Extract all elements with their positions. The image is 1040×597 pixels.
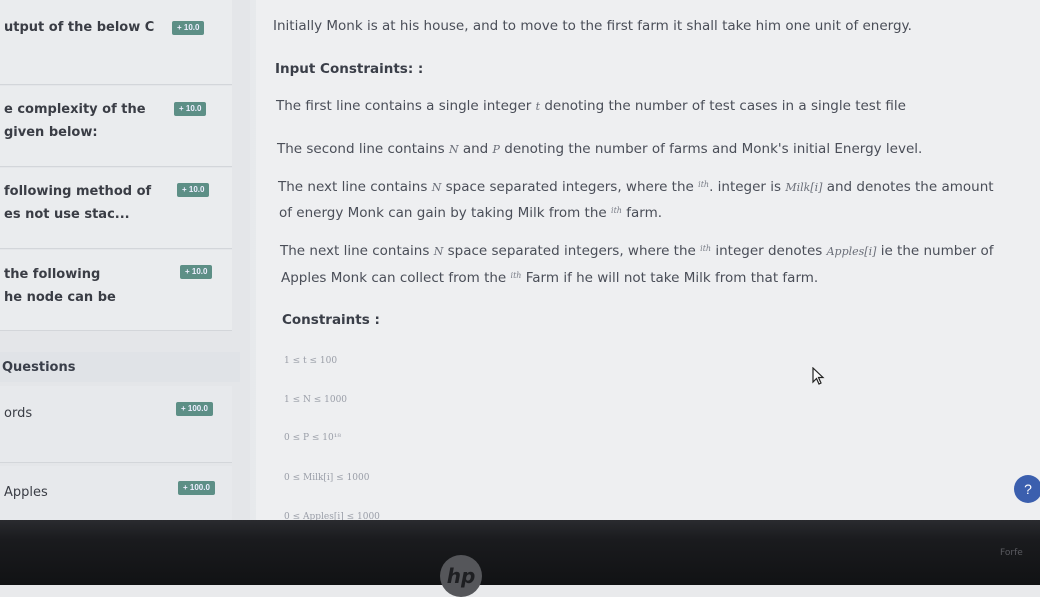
score-badge: + 10.0 xyxy=(172,21,205,35)
input-line-4a: The next line contains N space separated… xyxy=(280,243,993,259)
question-title-line2: given below: xyxy=(4,125,98,140)
input-line-3a: The next line contains N space separated… xyxy=(278,179,994,195)
sidebar-question-item[interactable]: ords + 100.0 xyxy=(0,386,232,463)
score-badge: + 10.0 xyxy=(174,102,207,116)
math-superscript: th xyxy=(702,244,712,253)
text-fragment: integer denotes xyxy=(711,243,827,259)
sidebar-question-item[interactable]: following method of es not use stac... +… xyxy=(0,168,232,249)
question-title: e complexity of the xyxy=(4,102,146,117)
sidebar-question-item[interactable]: Apples + 100.0 xyxy=(0,466,232,521)
input-line-4b: Apples Monk can collect from the ith Far… xyxy=(281,270,818,286)
question-title: Apples xyxy=(4,485,48,500)
constraint-item: 0 ≤ Milk[i] ≤ 1000 xyxy=(284,473,370,483)
screen: utput of the below C + 10.0 e complexity… xyxy=(0,0,1040,522)
math-var: N xyxy=(448,143,459,156)
help-icon[interactable]: ? xyxy=(1014,475,1040,503)
mouse-pointer-icon xyxy=(812,366,826,391)
text-fragment: The next line contains xyxy=(280,243,434,259)
math-var: N xyxy=(433,245,444,258)
input-line-3b: of energy Monk can gain by taking Milk f… xyxy=(279,205,662,221)
section-title: Questions xyxy=(2,360,76,375)
text-fragment: denoting the number of test cases in a s… xyxy=(540,98,906,114)
text-fragment: The first line contains a single integer xyxy=(276,98,536,114)
problem-statement: Initially Monk is at his house, and to m… xyxy=(256,0,1040,522)
math-var: ith xyxy=(611,206,622,215)
score-badge: + 10.0 xyxy=(180,265,213,279)
intro-text: Initially Monk is at his house, and to m… xyxy=(273,18,912,34)
input-heading: Input Constraints: : xyxy=(275,61,424,77)
math-var: N xyxy=(431,181,442,194)
text-fragment: space separated integers, where the xyxy=(443,243,701,259)
sidebar-question-item[interactable]: utput of the below C + 10.0 xyxy=(0,0,232,85)
sidebar-question-item[interactable]: the following he node can be + 10.0 xyxy=(0,250,232,331)
question-title: the following xyxy=(4,267,101,282)
monitor-bezel xyxy=(0,520,1040,585)
bezel-corner-text: Forfe xyxy=(1000,548,1023,558)
math-superscript: th xyxy=(700,180,710,189)
input-line-1: The first line contains a single integer… xyxy=(276,98,906,114)
text-fragment: ie the number of xyxy=(876,243,994,259)
math-var: P xyxy=(492,143,500,156)
math-var: ith xyxy=(700,244,711,253)
math-superscript: th xyxy=(613,206,622,215)
sidebar: utput of the below C + 10.0 e complexity… xyxy=(0,0,250,521)
text-fragment: denoting the number of farms and Monk's … xyxy=(499,141,923,157)
text-fragment: of energy Monk can gain by taking Milk f… xyxy=(279,205,612,221)
text-fragment: Farm if he will not take Milk from that … xyxy=(521,270,819,286)
text-fragment: and denotes the amount xyxy=(822,179,994,195)
constraint-item: 1 ≤ t ≤ 100 xyxy=(284,356,338,366)
score-badge: + 100.0 xyxy=(178,481,215,495)
question-title: ords xyxy=(4,406,33,421)
input-line-2: The second line contains N and P denotin… xyxy=(277,141,922,157)
question-title: utput of the below C xyxy=(4,20,155,35)
score-badge: + 10.0 xyxy=(177,183,210,197)
constraint-item: 0 ≤ P ≤ 10¹⁸ xyxy=(284,433,341,443)
text-fragment: Apples Monk can collect from the xyxy=(281,270,511,286)
question-title: following method of xyxy=(4,184,152,199)
math-var: ith xyxy=(511,271,522,280)
score-badge: + 100.0 xyxy=(176,402,213,416)
math-var: Milk[i] xyxy=(785,181,823,194)
section-header: Questions xyxy=(0,352,240,382)
question-title-line2: he node can be xyxy=(4,290,116,305)
constraints-heading: Constraints : xyxy=(282,312,380,328)
text-fragment: and xyxy=(458,141,493,157)
text-fragment: . integer is xyxy=(709,179,786,195)
sidebar-question-item[interactable]: e complexity of the given below: + 10.0 xyxy=(0,86,232,167)
math-var: ith xyxy=(698,180,709,189)
text-fragment: The next line contains xyxy=(278,179,432,195)
text-fragment: farm. xyxy=(621,205,663,221)
question-title-line2: es not use stac... xyxy=(4,207,130,222)
hp-logo: hp xyxy=(440,555,482,597)
text-fragment: The second line contains xyxy=(277,141,449,157)
math-var: Apples[i] xyxy=(826,245,877,258)
text-fragment: space separated integers, where the xyxy=(441,179,699,195)
constraint-item: 1 ≤ N ≤ 1000 xyxy=(284,395,348,405)
